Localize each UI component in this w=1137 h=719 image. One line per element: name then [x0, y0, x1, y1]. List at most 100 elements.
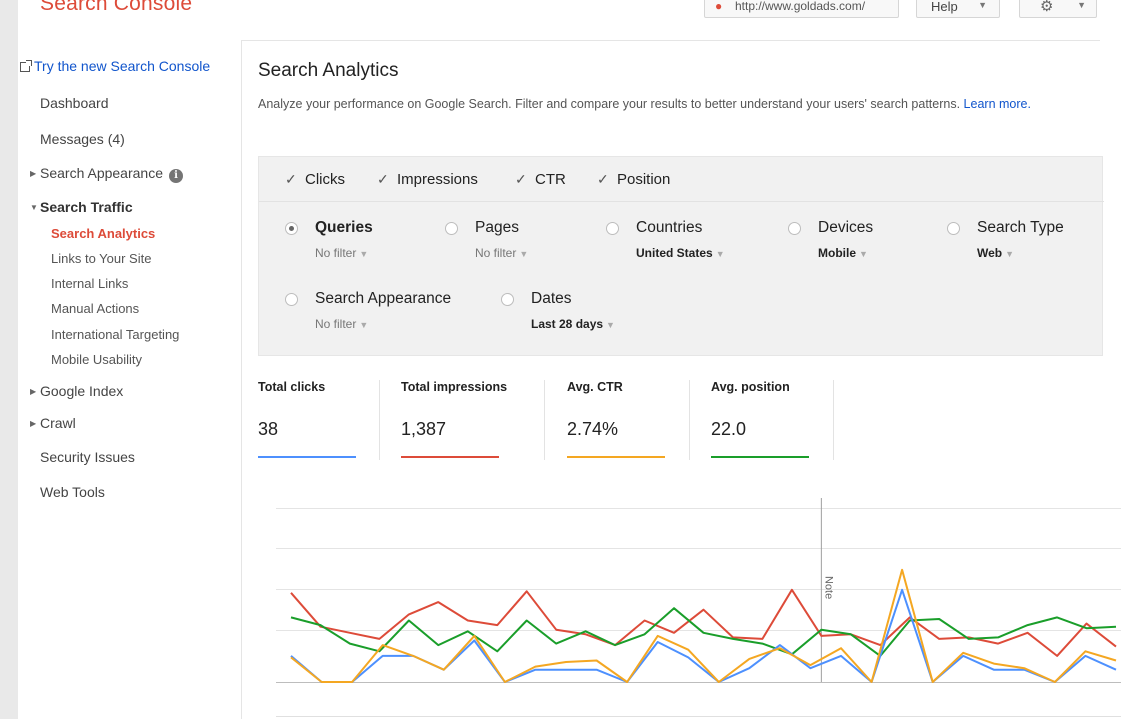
- total-label: Total impressions: [401, 380, 508, 394]
- app-page: Search Console ● http://www.goldads.com/…: [18, 0, 1137, 719]
- filter-value: United States: [636, 246, 713, 260]
- dimension-label: Countries: [636, 219, 703, 236]
- ctr-checkbox[interactable]: ✓ CTR: [515, 171, 566, 188]
- filter-value: Web: [977, 246, 1003, 260]
- series-line-1: [290, 607, 1117, 657]
- sidebar-item-label: Crawl: [40, 415, 76, 431]
- total-label: Total clicks: [258, 380, 326, 394]
- totals-separator: [833, 380, 834, 460]
- learn-more-link[interactable]: Learn more.: [964, 97, 1031, 111]
- metric-checkbox-row: ✓ Clicks ✓ Impressions ✓ CTR ✓ Position: [259, 157, 1104, 202]
- clicks-checkbox[interactable]: ✓ Clicks: [285, 171, 345, 188]
- sidebar-item-manual-actions[interactable]: Manual Actions: [51, 301, 139, 316]
- filter-value: Last 28 days: [531, 317, 604, 331]
- position-checkbox[interactable]: ✓ Position: [597, 171, 670, 188]
- dimension-label: Pages: [475, 219, 519, 236]
- dimension-filter-dropdown[interactable]: No filter ▼: [315, 246, 368, 260]
- top-bar: Search Console ● http://www.goldads.com/…: [18, 0, 1137, 22]
- dimension-filter-dropdown[interactable]: United States ▼: [636, 246, 725, 260]
- sidebar-item-dashboard[interactable]: Dashboard: [40, 95, 109, 111]
- checkbox-label: Clicks: [305, 171, 345, 188]
- sidebar-item-search-analytics[interactable]: Search Analytics: [51, 226, 155, 241]
- total-impressions[interactable]: Total impressions 1,387: [401, 380, 507, 460]
- dimension-label: Search Type: [977, 219, 1064, 236]
- total-value: 22.0: [711, 419, 747, 439]
- chevron-down-icon: ▼: [1005, 249, 1015, 259]
- sidebar-item-web-tools[interactable]: Web Tools: [40, 484, 105, 500]
- total-clicks[interactable]: Total clicks 38: [258, 380, 356, 460]
- expand-triangle-icon: ▶: [30, 419, 37, 428]
- sidebar-item-international-targeting[interactable]: International Targeting: [51, 327, 179, 342]
- radio-unselected[interactable]: [788, 222, 801, 235]
- checkbox-checked-icon: ✓: [597, 171, 609, 187]
- try-new-console-link[interactable]: Try the new Search Console: [20, 58, 210, 74]
- dimension-filter-dropdown[interactable]: Mobile ▼: [818, 246, 868, 260]
- total-label: Avg. CTR: [567, 380, 623, 394]
- totals-separator: [379, 380, 380, 460]
- external-link-icon: [20, 60, 32, 72]
- sidebar-item-crawl[interactable]: ▶ Crawl: [30, 415, 76, 431]
- dimension-filter-dropdown[interactable]: Last 28 days ▼: [531, 317, 615, 331]
- radio-unselected[interactable]: [501, 293, 514, 306]
- content-bottom-divider: [276, 716, 1121, 717]
- radio-unselected[interactable]: [445, 222, 458, 235]
- dimension-filter-dropdown[interactable]: No filter ▼: [315, 317, 368, 331]
- filter-panel: ✓ Clicks ✓ Impressions ✓ CTR ✓ Position Quer…: [258, 156, 1104, 356]
- settings-button[interactable]: ⚙ ▼: [1019, 0, 1097, 18]
- header-divider: [242, 40, 1100, 41]
- metric-color-bar: [567, 456, 665, 458]
- performance-line-chart[interactable]: Note: [276, 498, 1121, 719]
- sidebar-item-label: Search Traffic: [40, 199, 133, 215]
- totals-separator: [689, 380, 690, 460]
- impressions-checkbox[interactable]: ✓ Impressions: [377, 171, 478, 188]
- chevron-down-icon: ▼: [1077, 0, 1086, 10]
- dimension-label: Search Appearance: [315, 290, 452, 307]
- sidebar-item-security-issues[interactable]: Security Issues: [40, 449, 135, 465]
- dimension-label: Dates: [531, 290, 572, 307]
- sidebar-item-search-appearance[interactable]: ▶ Search Appearance i: [30, 165, 183, 183]
- sidebar-item-google-index[interactable]: ▶ Google Index: [30, 383, 123, 399]
- total-value: 1,387: [401, 419, 447, 439]
- help-button[interactable]: Help ▼: [916, 0, 1000, 18]
- chevron-down-icon: ▼: [519, 249, 529, 259]
- dimension-filter-dropdown[interactable]: No filter ▼: [475, 246, 528, 260]
- chevron-down-icon: ▼: [859, 249, 868, 259]
- product-logo[interactable]: Search Console: [40, 0, 192, 16]
- filter-value: No filter: [315, 246, 357, 260]
- totals-separator: [544, 380, 545, 460]
- filter-value: Mobile: [818, 246, 856, 260]
- total-value: 38: [258, 419, 279, 439]
- sidebar-item-search-traffic[interactable]: ▼ Search Traffic: [30, 199, 133, 215]
- filter-value: No filter: [475, 246, 517, 260]
- note-label[interactable]: Note: [822, 576, 834, 599]
- chevron-down-icon: ▼: [606, 320, 615, 330]
- radio-unselected[interactable]: [606, 222, 619, 235]
- sidebar-item-mobile-usability[interactable]: Mobile Usability: [51, 352, 142, 367]
- metric-color-bar: [401, 456, 499, 458]
- filter-value: No filter: [315, 317, 357, 331]
- collapse-triangle-icon: ▼: [30, 203, 38, 212]
- property-selector[interactable]: ● http://www.goldads.com/: [704, 0, 899, 18]
- sidebar-item-label: Search Appearance: [40, 165, 163, 181]
- radio-selected[interactable]: [285, 222, 298, 235]
- series-line-0: [290, 588, 1117, 657]
- radio-unselected[interactable]: [285, 293, 298, 306]
- page-description: Analyze your performance on Google Searc…: [258, 97, 1103, 112]
- sidebar-item-messages[interactable]: Messages (4): [40, 131, 125, 147]
- sidebar-item-label: Google Index: [40, 383, 124, 399]
- dimension-filter-dropdown[interactable]: Web ▼: [977, 246, 1014, 260]
- checkbox-checked-icon: ✓: [377, 171, 389, 187]
- checkbox-checked-icon: ✓: [515, 171, 527, 187]
- radio-unselected[interactable]: [947, 222, 960, 235]
- avg-position[interactable]: Avg. position 22.0: [711, 380, 809, 460]
- gear-icon: ⚙: [1040, 0, 1054, 15]
- sidebar: Try the new Search Console Dashboard Mes…: [18, 40, 242, 719]
- dimension-label: Devices: [818, 219, 874, 236]
- info-icon[interactable]: i: [168, 169, 183, 183]
- chevron-down-icon: ▼: [978, 0, 987, 10]
- avg-ctr[interactable]: Avg. CTR 2.74%: [567, 380, 665, 460]
- total-value: 2.74%: [567, 419, 619, 439]
- sidebar-item-links-to-site[interactable]: Links to Your Site: [51, 251, 151, 266]
- sidebar-item-internal-links[interactable]: Internal Links: [51, 276, 128, 291]
- help-label: Help: [931, 0, 958, 14]
